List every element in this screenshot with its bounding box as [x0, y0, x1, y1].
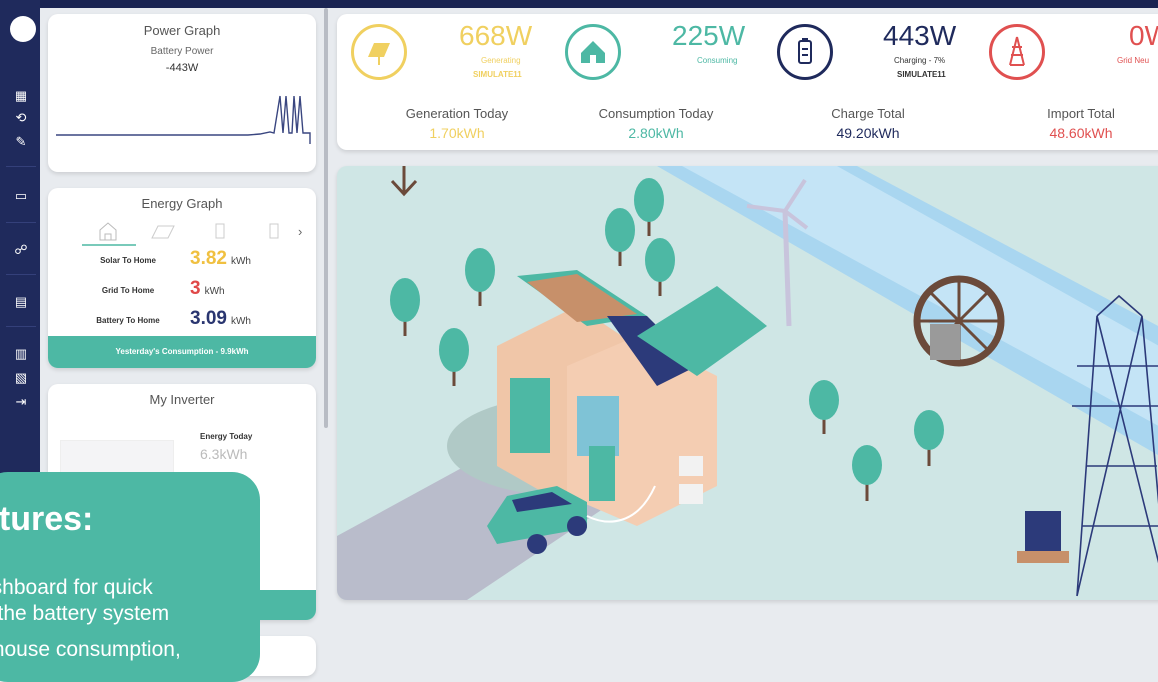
generating-label: Generating	[481, 56, 521, 65]
generation-today-label: Generation Today	[405, 106, 509, 121]
import-total-label: Import Total	[1047, 106, 1115, 121]
power-line-chart	[56, 95, 311, 144]
history-icon[interactable]: ⟲	[12, 110, 30, 126]
consuming-label: Consuming	[697, 56, 738, 65]
battery-to-home-value: 3.09 kWh	[190, 308, 251, 329]
card-title: My Inverter	[149, 392, 215, 407]
next-arrow-button[interactable]: ›	[298, 224, 302, 239]
features-overlay: atures: ashboard for quick n the battery…	[0, 472, 260, 682]
users-icon[interactable]: ☍	[12, 242, 30, 258]
report-icon[interactable]: ▥	[12, 346, 30, 362]
row-label: Grid To Home	[101, 286, 155, 295]
consuming-value: 225W	[672, 20, 746, 51]
grid-label: Grid Neu	[1117, 56, 1150, 65]
features-heading: atures:	[0, 500, 94, 538]
generating-device: SIMULATE11	[473, 70, 522, 79]
battery-icon	[777, 24, 833, 80]
house-icon	[497, 270, 767, 526]
scrollbar[interactable]	[324, 8, 328, 428]
grid-tower-icon	[989, 24, 1045, 80]
water-wheel-icon	[913, 275, 1005, 367]
import-total-value: 48.60kWh	[1049, 125, 1113, 141]
edit-icon[interactable]: ✎	[12, 134, 30, 150]
home-consumption-icon	[565, 24, 621, 80]
yesterday-consumption: Yesterday's Consumption - 9.9kWh	[48, 336, 316, 368]
solar-icon	[151, 225, 175, 239]
charge-total-value: 49.20kWh	[836, 125, 900, 141]
transformer-icon	[1017, 511, 1069, 563]
solar-panel-icon	[351, 24, 407, 80]
monitor-icon[interactable]: ▭	[12, 188, 30, 204]
energy-flow-illustration	[337, 166, 1158, 600]
charge-total-label: Charge Total	[831, 106, 905, 121]
avatar[interactable]	[10, 16, 36, 42]
solar-to-home-value: 3.82 kWh	[190, 248, 251, 269]
top-bar	[0, 0, 1158, 8]
feature-line: n the battery system	[0, 602, 170, 625]
messages-icon[interactable]: ▤	[12, 294, 30, 310]
charging-value: 443W	[883, 20, 957, 51]
list-icon[interactable]: ▧	[12, 370, 30, 386]
charging-label: Charging - 7%	[894, 56, 946, 65]
feature-line: ashboard for quick	[0, 576, 153, 599]
stats-card: 668W Generating SIMULATE11 225W Consumin…	[337, 14, 1158, 150]
logout-icon[interactable]: ⇥	[12, 394, 30, 410]
row-label: Solar To Home	[100, 256, 156, 265]
charging-device: SIMULATE11	[897, 70, 946, 79]
grid-value: 0W	[1129, 20, 1158, 51]
energy-today-value: 6.3kWh	[200, 446, 248, 462]
home-icon	[99, 222, 117, 241]
dashboard-icon[interactable]: ▦	[12, 88, 30, 104]
power-graph-card: Power Graph Battery Power -443W	[48, 14, 316, 172]
grid-to-home-value: 3 kWh	[190, 278, 225, 299]
generating-value: 668W	[459, 20, 533, 51]
plug-icon	[269, 223, 279, 239]
consumption-today-value: 2.80kWh	[628, 125, 684, 141]
energy-tabs	[82, 222, 279, 246]
card-title: Energy Graph	[141, 196, 223, 211]
generation-today-value: 1.70kWh	[429, 125, 485, 141]
battery-icon	[215, 223, 225, 239]
consumption-today-label: Consumption Today	[598, 106, 714, 121]
energy-graph-card: Energy Graph › Solar To Home 3.82 kWh Gri…	[48, 188, 316, 368]
feature-line: r house consumption,	[0, 638, 181, 661]
row-label: Battery To Home	[96, 316, 160, 325]
energy-today-label: Energy Today	[200, 432, 253, 441]
